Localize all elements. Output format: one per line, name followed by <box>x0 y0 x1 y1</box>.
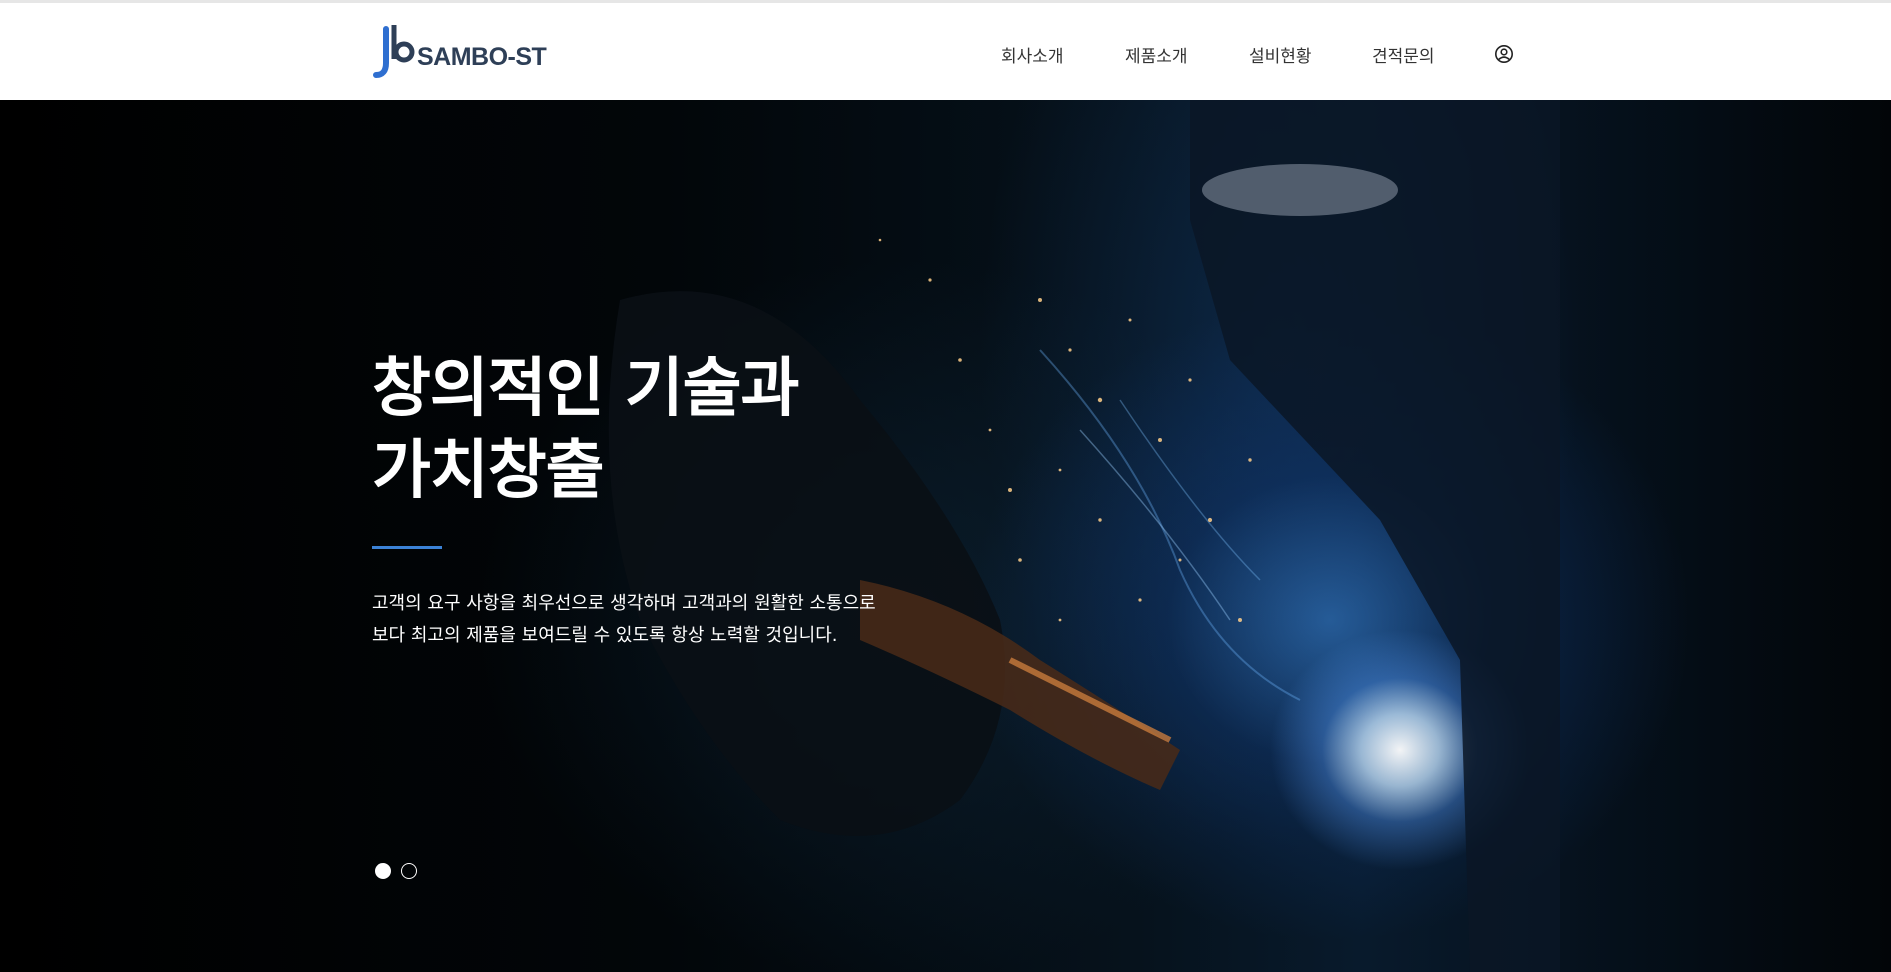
nav-item-quote[interactable]: 견적문의 <box>1372 42 1435 67</box>
nav-item-facilities[interactable]: 설비현황 <box>1249 42 1312 67</box>
slider-dot-2[interactable] <box>401 863 417 879</box>
user-icon[interactable] <box>1494 44 1514 64</box>
nav-item-products[interactable]: 제품소개 <box>1125 42 1188 67</box>
slider-dot-1[interactable] <box>375 863 391 879</box>
main-nav: 회사소개 제품소개 설비현황 견적문의 <box>980 6 1520 103</box>
hero-background-image <box>608 100 1560 972</box>
site-header: SAMBO-ST 회사소개 제품소개 설비현황 견적문의 <box>0 3 1891 100</box>
nav-item-company[interactable]: 회사소개 <box>1001 42 1064 67</box>
hero-slider: 창의적인 기술과 가치창출 고객의 요구 사항을 최우선으로 생각하며 고객과의… <box>0 100 1891 972</box>
logo-mark-icon <box>372 25 416 81</box>
slider-pagination <box>375 863 417 879</box>
logo-text: SAMBO-ST <box>417 42 547 71</box>
site-logo[interactable]: SAMBO-ST <box>372 25 562 81</box>
hero-description: 고객의 요구 사항을 최우선으로 생각하며 고객과의 원활한 소통으로 보다 최… <box>372 593 876 646</box>
hero-title: 창의적인 기술과 가치창출 <box>372 352 799 508</box>
hero-divider <box>372 546 442 549</box>
